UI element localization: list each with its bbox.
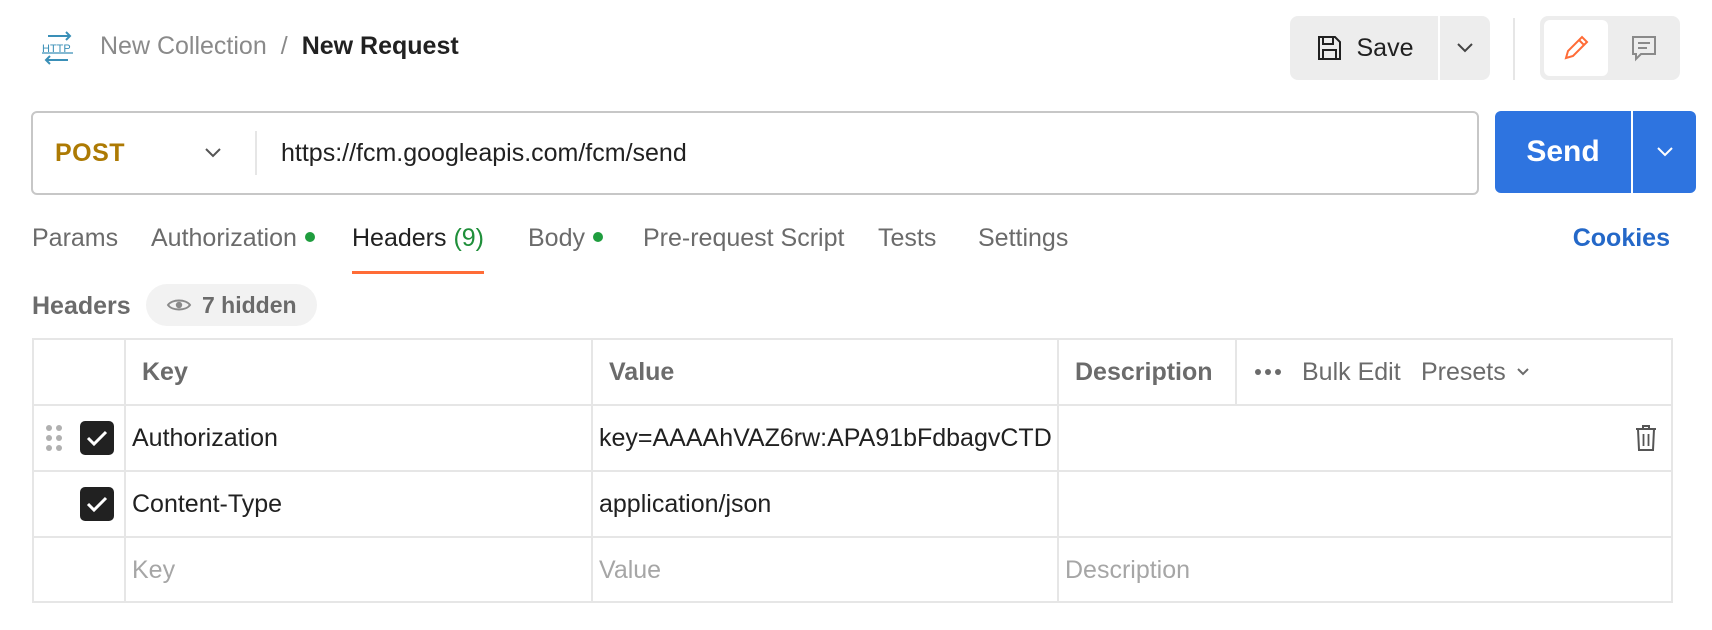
request-name[interactable]: New Request <box>302 32 459 61</box>
hidden-count-label: 7 hidden <box>202 291 297 318</box>
trash-icon[interactable] <box>1634 424 1658 452</box>
request-header-bar: HTTP New Collection / New Request Save <box>0 0 1712 96</box>
tab-pre-request-script[interactable]: Pre-request Script <box>643 224 844 274</box>
breadcrumb-collection[interactable]: New Collection <box>100 32 267 61</box>
tab-label: Tests <box>878 224 937 252</box>
status-dot <box>592 232 603 242</box>
tab-count: (9) <box>453 224 485 252</box>
column-header-value: Value <box>609 357 675 386</box>
new-value-input[interactable]: Value <box>599 538 1051 602</box>
header-value-cell[interactable]: application/json <box>599 472 1051 536</box>
save-label: Save <box>1356 33 1414 62</box>
view-mode-toggle <box>1540 16 1680 80</box>
checkmark-icon <box>86 496 108 513</box>
breadcrumb-separator: / <box>280 32 288 60</box>
tab-tests[interactable]: Tests <box>878 224 936 274</box>
tab-authorization[interactable]: Authorization <box>151 224 315 274</box>
header-key-cell[interactable]: Content-Type <box>132 472 582 536</box>
more-options-button[interactable] <box>1254 340 1282 404</box>
url-bar: POST <box>31 111 1479 195</box>
presets-dropdown[interactable]: Presets <box>1421 340 1530 404</box>
method-divider <box>255 131 257 175</box>
request-tabs: Params Authorization Headers (9) Body Pr… <box>32 224 1682 274</box>
send-options-button[interactable] <box>1633 111 1696 193</box>
row-enabled-checkbox[interactable] <box>80 487 114 521</box>
tab-label: Headers <box>352 224 447 252</box>
hidden-headers-toggle[interactable]: 7 hidden <box>146 284 317 326</box>
breadcrumb: New Collection / New Request <box>100 32 459 61</box>
column-header-key: Key <box>142 357 188 386</box>
checkmark-icon <box>86 430 108 447</box>
comments-button[interactable] <box>1612 20 1676 76</box>
cookies-link[interactable]: Cookies <box>1573 224 1670 253</box>
bulk-edit-button[interactable]: Bulk Edit <box>1302 340 1401 404</box>
tab-params[interactable]: Params <box>32 224 118 274</box>
tab-body[interactable]: Body <box>528 224 603 274</box>
column-header-description: Description <box>1075 357 1213 386</box>
chevron-down-icon <box>1517 368 1529 376</box>
header-value-cell[interactable]: key=AAAAhVAZ6rw:APA91bFdbagvCTDj... <box>599 406 1051 470</box>
headers-section-title: Headers <box>32 292 131 320</box>
chevron-down-icon <box>1457 43 1473 53</box>
table-row: Content-Type application/json <box>34 472 1671 538</box>
send-button[interactable]: Send <box>1495 111 1631 193</box>
tab-label: Params <box>32 224 119 252</box>
tab-headers[interactable]: Headers (9) <box>352 224 485 274</box>
status-dot <box>304 232 315 242</box>
active-tab-indicator <box>352 271 485 274</box>
presets-label: Presets <box>1421 357 1506 386</box>
send-button-group: Send <box>1495 111 1696 193</box>
drag-handle-icon[interactable] <box>46 424 62 452</box>
toolbar-divider <box>1513 18 1515 80</box>
tab-label: Pre-request Script <box>643 224 845 252</box>
new-header-row: Key Value Description <box>34 538 1671 604</box>
http-request-icon: HTTP <box>42 31 73 65</box>
table-row: Authorization key=AAAAhVAZ6rw:APA91bFdba… <box>34 406 1671 472</box>
chevron-down-icon <box>205 148 221 158</box>
save-options-button[interactable] <box>1440 16 1490 80</box>
save-button[interactable]: Save <box>1290 16 1438 80</box>
eye-icon <box>166 299 192 311</box>
headers-table: Key Value Description Bulk Edit Presets <box>32 338 1673 603</box>
save-icon <box>1317 36 1341 60</box>
url-input[interactable] <box>281 113 1461 193</box>
new-key-input[interactable]: Key <box>132 538 582 602</box>
pencil-icon <box>1564 35 1589 60</box>
edit-mode-button[interactable] <box>1544 20 1608 76</box>
tab-label: Body <box>528 224 585 252</box>
comment-icon <box>1632 36 1656 62</box>
chevron-down-icon <box>1656 147 1673 157</box>
method-select[interactable]: POST <box>33 113 255 193</box>
column-divider <box>1235 340 1237 404</box>
row-enabled-checkbox[interactable] <box>80 421 114 455</box>
header-key-cell[interactable]: Authorization <box>132 406 582 470</box>
more-horizontal-icon <box>1255 369 1281 375</box>
header-description-cell[interactable] <box>1065 472 1595 536</box>
header-description-cell[interactable] <box>1065 406 1595 470</box>
new-description-input[interactable]: Description <box>1065 538 1595 602</box>
tab-label: Settings <box>978 224 1069 252</box>
save-button-group: Save <box>1290 16 1490 80</box>
method-label: POST <box>55 138 126 167</box>
tab-settings[interactable]: Settings <box>978 224 1068 274</box>
tab-label: Authorization <box>151 224 297 252</box>
table-header-row: Key Value Description Bulk Edit Presets <box>34 340 1671 406</box>
